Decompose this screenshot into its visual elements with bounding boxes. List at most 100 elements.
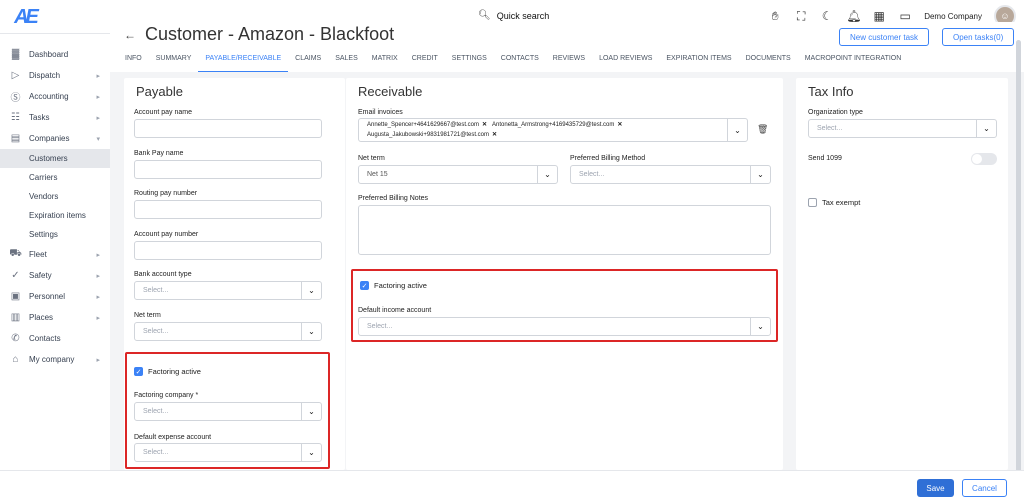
remove-icon[interactable]: ✕ <box>617 121 622 128</box>
email-invoices-input[interactable]: Annette_Spencer+4641629667@test.com ✕ Ant… <box>358 118 748 142</box>
trash-icon[interactable]: 🗑︎ <box>757 124 768 135</box>
chevron-down-icon[interactable]: ⌄ <box>537 166 557 183</box>
chevron-right-icon: ▸ <box>96 272 100 280</box>
account-pay-name-input[interactable] <box>134 119 322 138</box>
sidebar-item-companies[interactable]: ▤ Companies ▾ <box>0 128 110 149</box>
tab-macropoint-integration[interactable]: MACROPOINT INTEGRATION <box>798 55 909 72</box>
tab-matrix[interactable]: MATRIX <box>365 55 405 72</box>
page-header: ← Customer - Amazon - Blackfoot New cust… <box>110 22 1024 72</box>
briefcase-icon[interactable]: ▭ <box>898 9 912 23</box>
sidebar-item-label: Accounting <box>29 92 69 101</box>
routing-pay-number-label: Routing pay number <box>134 190 198 197</box>
receivable-net-term-select[interactable]: Net 15 ⌄ <box>358 165 558 184</box>
sidebar-subitem-customers[interactable]: Customers <box>0 149 110 168</box>
net-term-placeholder: Select... <box>143 328 169 335</box>
payable-card: Payable Account pay name Bank Pay name R… <box>124 78 345 470</box>
tax-info-card: Tax Info Organization type Select... ⌄ S… <box>796 78 1008 470</box>
back-arrow-icon[interactable]: ← <box>124 28 136 42</box>
remove-icon[interactable]: ✕ <box>492 131 497 138</box>
preferred-billing-method-placeholder: Select... <box>579 171 605 178</box>
app-logo[interactable]: AE <box>8 4 42 30</box>
tax-exempt-checkbox[interactable]: Tax exempt <box>808 198 860 207</box>
preferred-billing-method-label: Preferred Billing Method <box>570 155 646 162</box>
open-tasks-button[interactable]: Open tasks(0) <box>942 28 1015 46</box>
sidebar-subitem-vendors[interactable]: Vendors <box>0 187 110 206</box>
tab-payable-receivable[interactable]: PAYABLE/RECEIVABLE <box>198 55 289 72</box>
save-button[interactable]: Save <box>917 479 954 497</box>
sidebar-item-contacts[interactable]: ✆ Contacts <box>0 328 110 349</box>
sidebar-item-tasks[interactable]: ☷ Tasks ▸ <box>0 107 110 128</box>
quick-search[interactable]: 🔍︎ Quick search <box>478 10 549 21</box>
truck-icon: ⛟ <box>9 248 22 259</box>
send-1099-toggle[interactable] <box>971 153 997 165</box>
tab-credit[interactable]: CREDIT <box>405 55 445 72</box>
organization-type-select[interactable]: Select... ⌄ <box>808 119 997 138</box>
dollar-icon: Ⓢ <box>10 93 21 104</box>
bell-icon[interactable]: 🔔︎ <box>846 9 861 23</box>
account-pay-number-label: Account pay number <box>134 231 199 238</box>
tab-documents[interactable]: DOCUMENTS <box>739 55 798 72</box>
remove-icon[interactable]: ✕ <box>482 121 487 128</box>
sidebar-item-dashboard[interactable]: ▓ Dashboard <box>0 44 110 65</box>
tab-reviews[interactable]: REVIEWS <box>546 55 592 72</box>
chevron-down-icon[interactable]: ⌄ <box>727 119 747 141</box>
sidebar-item-label: Dashboard <box>29 50 69 59</box>
quick-search-label: Quick search <box>496 10 550 21</box>
tab-contacts[interactable]: CONTACTS <box>494 55 546 72</box>
tab-settings[interactable]: SETTINGS <box>445 55 494 72</box>
highlight-box <box>351 269 778 342</box>
bank-pay-name-input[interactable] <box>134 160 322 179</box>
company-name[interactable]: Demo Company <box>924 12 982 21</box>
preferred-billing-notes-textarea[interactable] <box>358 205 771 255</box>
shield-icon: ✓ <box>11 270 20 281</box>
chevron-right-icon: ▸ <box>96 93 100 101</box>
preferred-billing-method-select[interactable]: Select... ⌄ <box>570 165 771 184</box>
tab-summary[interactable]: SUMMARY <box>149 55 199 72</box>
sidebar-item-personnel[interactable]: ▣ Personnel ▸ <box>0 286 110 307</box>
tab-load-reviews[interactable]: LOAD REVIEWS <box>592 55 659 72</box>
tab-sales[interactable]: SALES <box>328 55 365 72</box>
net-term-value: Net 15 <box>367 171 388 178</box>
map-icon: ▥ <box>10 312 21 323</box>
sidebar-item-label: My company <box>29 355 75 364</box>
sidebar-item-label: Companies <box>29 134 70 143</box>
scrollbar[interactable] <box>1016 40 1021 480</box>
payable-net-term-select[interactable]: Select... ⌄ <box>134 322 322 341</box>
bank-account-type-select[interactable]: Select... ⌄ <box>134 281 322 300</box>
sidebar-item-label: Fleet <box>29 250 47 259</box>
sidebar-item-label: Dispatch <box>29 71 61 80</box>
chevron-right-icon: ▸ <box>96 293 100 301</box>
tab-expiration-items[interactable]: EXPIRATION ITEMS <box>659 55 738 72</box>
sidebar-item-my-company[interactable]: ⌂ My company ▸ <box>0 349 110 370</box>
chevron-down-icon[interactable]: ⌄ <box>301 323 321 340</box>
sidebar-item-label: Safety <box>29 271 52 280</box>
home-icon: ⌂ <box>12 354 19 365</box>
sidebar-item-places[interactable]: ▥ Places ▸ <box>0 307 110 328</box>
tax-exempt-label: Tax exempt <box>822 198 861 207</box>
preferred-billing-notes-label: Preferred Billing Notes <box>358 195 429 202</box>
sidebar-item-dispatch[interactable]: ▷ Dispatch ▸ <box>0 65 110 86</box>
tab-info[interactable]: INFO <box>118 55 149 72</box>
sidebar-item-safety[interactable]: ✓ Safety ▸ <box>0 265 110 286</box>
sidebar-item-accounting[interactable]: Ⓢ Accounting ▸ <box>0 86 110 107</box>
moon-icon[interactable]: ☾ <box>820 9 834 23</box>
cancel-button[interactable]: Cancel <box>962 479 1007 497</box>
sidebar-subitem-settings[interactable]: Settings <box>0 225 110 244</box>
routing-pay-number-input[interactable] <box>134 200 322 219</box>
chevron-down-icon: ▾ <box>96 135 100 143</box>
net-term-label: Net term <box>134 312 161 319</box>
chevron-down-icon[interactable]: ⌄ <box>301 282 321 299</box>
email-chip: Annette_Spencer+4641629667@test.com ✕ <box>367 121 487 129</box>
sidebar-subitem-carriers[interactable]: Carriers <box>0 168 110 187</box>
sidebar-subitem-expiration-items[interactable]: Expiration items <box>0 206 110 225</box>
send-icon: ▷ <box>11 70 20 81</box>
chevron-down-icon[interactable]: ⌄ <box>750 166 770 183</box>
new-customer-task-button[interactable]: New customer task <box>839 28 930 46</box>
account-pay-number-input[interactable] <box>134 241 322 260</box>
tab-claims[interactable]: CLAIMS <box>288 55 328 72</box>
chevron-down-icon[interactable]: ⌄ <box>976 120 996 137</box>
apps-grid-icon[interactable]: ▦ <box>872 9 886 23</box>
email-chip: Augusta_Jakubowski+9831981721@test.com ✕ <box>367 131 497 139</box>
sidebar-item-fleet[interactable]: ⛟ Fleet ▸ <box>0 244 110 265</box>
email-chip-text: Antonetta_Armstrong+4169435729@test.com <box>492 121 615 128</box>
